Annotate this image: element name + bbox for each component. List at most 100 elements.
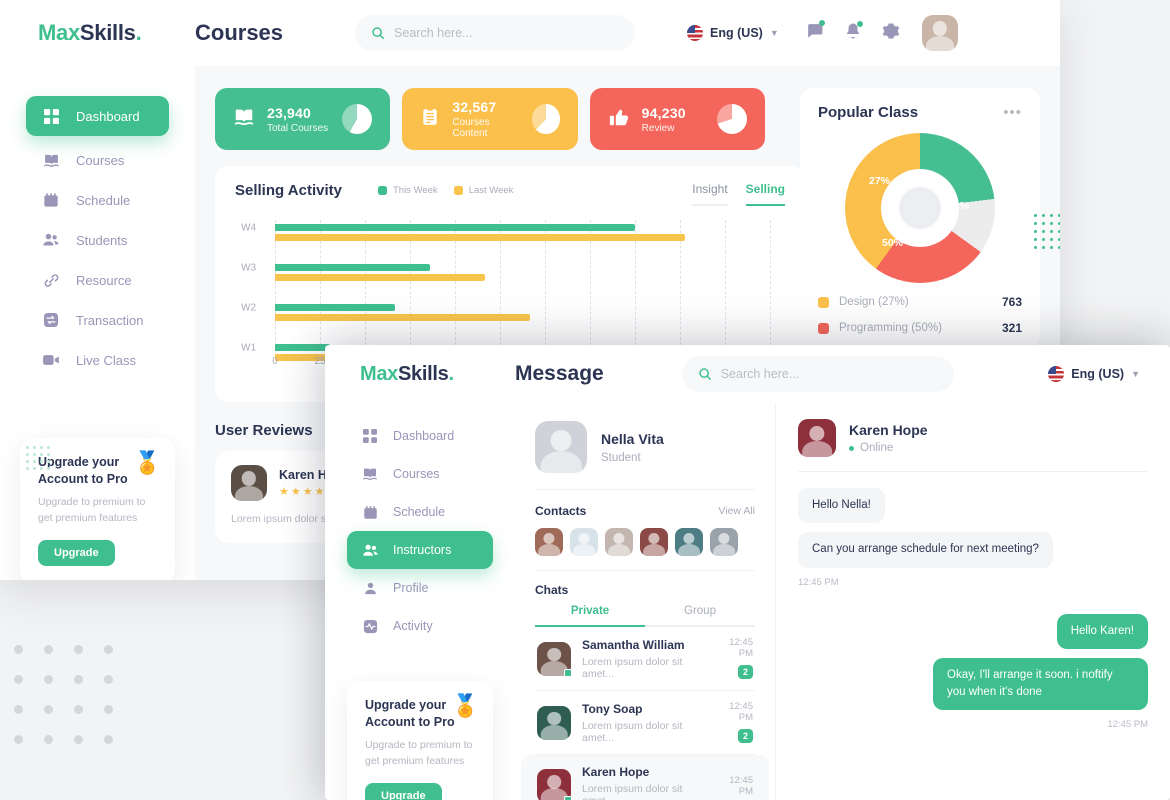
- legend-value: 321: [1001, 321, 1022, 335]
- conversation-panel: Karen Hope Online Hello Nella! Can you a…: [775, 403, 1170, 800]
- chart-plot-area: 0 25: [272, 220, 775, 367]
- message-page-title: Message: [515, 362, 604, 385]
- bar-last-week: [275, 274, 485, 281]
- sidebar-item-schedule[interactable]: Schedule: [347, 493, 493, 531]
- sidebar-label: Courses: [76, 152, 125, 168]
- sidebar-item-activity[interactable]: Activity: [347, 607, 493, 645]
- tab-group[interactable]: Group: [645, 605, 755, 627]
- progress-ring-icon: [342, 104, 373, 134]
- more-dots-icon[interactable]: •••: [1003, 105, 1022, 120]
- legend-value: 763: [1001, 295, 1022, 309]
- medal-icon: 🏅: [451, 693, 479, 718]
- logo-dot: .: [448, 362, 454, 385]
- reviewer-avatar: [231, 465, 267, 501]
- sidebar-item-students[interactable]: Students: [26, 220, 169, 260]
- clipboard-icon: [420, 107, 440, 131]
- legend-item-this-week: This Week: [377, 185, 438, 196]
- book-icon: [361, 465, 379, 483]
- sidebar-label: Dashboard: [76, 108, 140, 124]
- app-logo[interactable]: MaxSkills.: [0, 20, 195, 46]
- app-logo[interactable]: MaxSkills.: [325, 363, 515, 386]
- popular-class-title: Popular Class: [818, 104, 919, 121]
- contact-avatar[interactable]: [675, 528, 703, 556]
- upgrade-button[interactable]: Upgrade: [38, 540, 115, 567]
- chat-name: Karen Hope: [582, 765, 650, 779]
- logo-part-2: Skills: [398, 362, 449, 385]
- sidebar-label: Activity: [393, 619, 433, 633]
- stat-card-review[interactable]: 94,230 Review: [589, 88, 765, 150]
- profile-avatar: [535, 421, 587, 473]
- chat-preview: Lorem ipsum dolor sit amet...: [582, 719, 683, 744]
- settings-gear-icon[interactable]: [882, 22, 900, 45]
- contacts-avatar-row: [515, 518, 775, 570]
- profile-role: Student: [601, 451, 641, 464]
- stat-value: 32,567: [452, 99, 497, 115]
- message-search-box[interactable]: [681, 356, 954, 392]
- chat-list-item-selected[interactable]: Karen Hope Lorem ipsum dolor sit amet...…: [521, 755, 769, 800]
- sidebar-item-live-class[interactable]: Live Class: [26, 340, 169, 380]
- contact-avatar[interactable]: [605, 528, 633, 556]
- tab-private[interactable]: Private: [535, 605, 645, 627]
- legend-label: Last Week: [468, 185, 514, 196]
- legend-row-design: Design (27%) 763: [818, 295, 1022, 309]
- stat-cards: 23,940 Total Courses 32,567 Courses Cont…: [195, 66, 785, 150]
- upgrade-subtitle: Upgrade to premium to get premium featur…: [38, 495, 146, 524]
- upgrade-card: 🏅 Upgrade your Account to Pro Upgrade to…: [20, 438, 175, 580]
- contact-avatar[interactable]: [640, 528, 668, 556]
- search-input[interactable]: [394, 26, 620, 40]
- conversation-status: Online: [849, 442, 928, 454]
- messages-badge-dot: [818, 20, 825, 26]
- legend-label: Design (27%): [839, 296, 909, 308]
- contact-avatar[interactable]: [535, 528, 563, 556]
- progress-ring-icon: [532, 104, 560, 134]
- calendar-icon: [361, 503, 379, 521]
- chat-avatar-wrap: [537, 641, 572, 677]
- messages-icon[interactable]: [805, 20, 825, 45]
- chat-time: 12:45 PM: [729, 701, 753, 723]
- tab-selling[interactable]: Selling: [745, 182, 785, 206]
- us-flag-icon: [687, 25, 704, 41]
- sidebar-item-transaction[interactable]: Transaction: [26, 300, 169, 340]
- search-box[interactable]: [355, 15, 636, 51]
- chat-meta: 12:45 PM 2: [716, 701, 753, 744]
- upgrade-subtitle: Upgrade to premium to get premium featur…: [365, 738, 473, 767]
- sidebar-item-courses[interactable]: Courses: [26, 140, 169, 180]
- conversation-name: Karen Hope: [849, 422, 928, 438]
- unread-badge: 2: [737, 665, 753, 679]
- book-icon: [233, 106, 255, 132]
- grid-icon: [361, 427, 379, 445]
- online-dot-icon: [849, 445, 854, 451]
- user-avatar[interactable]: [921, 15, 958, 51]
- sidebar-label: Instructors: [393, 543, 452, 557]
- message-bubble-sent: Okay, I'll arrange it soon. i noftify yo…: [933, 657, 1148, 711]
- sidebar-item-profile[interactable]: Profile: [347, 569, 493, 607]
- sidebar-item-dashboard[interactable]: Dashboard: [26, 96, 169, 136]
- message-language-selector[interactable]: Eng (US) ▼: [1048, 366, 1140, 382]
- sidebar-item-instructors[interactable]: Instructors: [347, 531, 493, 569]
- contact-avatar[interactable]: [710, 528, 738, 556]
- language-selector[interactable]: Eng (US) ▼: [687, 25, 779, 41]
- stat-card-total-courses[interactable]: 23,940 Total Courses: [215, 88, 391, 150]
- sidebar-item-schedule[interactable]: Schedule: [26, 180, 169, 220]
- chat-list-item[interactable]: Tony Soap Lorem ipsum dolor sit amet... …: [521, 691, 769, 754]
- language-label: Eng (US): [1071, 367, 1125, 381]
- sidebar-item-resource[interactable]: Resource: [26, 260, 169, 300]
- message-bubbles: Hello Nella! Can you arrange schedule fo…: [776, 472, 1170, 730]
- chats-header: Chats: [515, 571, 775, 597]
- view-all-link[interactable]: View All: [718, 505, 755, 517]
- chat-avatar: [537, 705, 571, 740]
- contact-avatar[interactable]: [570, 528, 598, 556]
- logo-part-1: Max: [360, 362, 399, 385]
- notifications-bell-icon[interactable]: [844, 20, 863, 45]
- sidebar-item-dashboard[interactable]: Dashboard: [347, 417, 493, 455]
- upgrade-button[interactable]: Upgrade: [365, 783, 442, 800]
- sidebar-item-courses[interactable]: Courses: [347, 455, 493, 493]
- message-search-input[interactable]: [720, 367, 938, 381]
- stat-card-courses-content[interactable]: 32,567 Courses Content: [402, 88, 578, 150]
- chart-legend: This Week Last Week: [377, 185, 514, 196]
- chat-meta: 12:45 PM 2: [716, 637, 753, 680]
- search-icon: [371, 26, 385, 40]
- chat-list-item[interactable]: Samantha William Lorem ipsum dolor sit a…: [521, 627, 769, 690]
- tab-insight[interactable]: Insight: [692, 182, 728, 206]
- chat-name: Tony Soap: [582, 701, 643, 716]
